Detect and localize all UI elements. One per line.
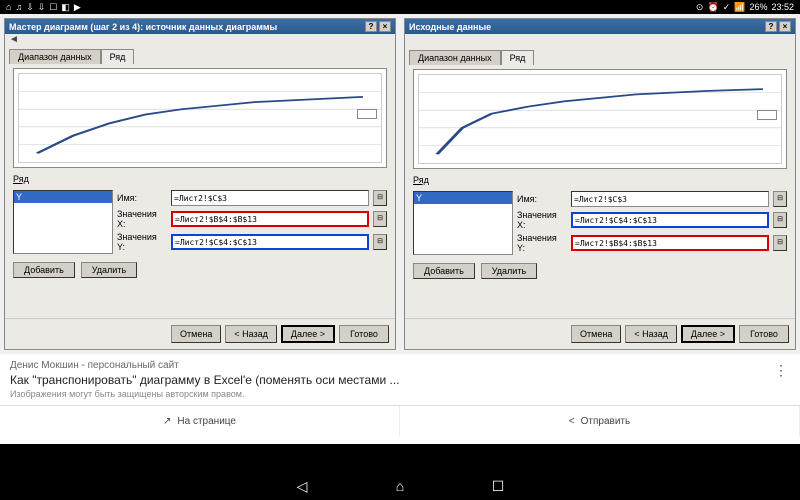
visit-page-action[interactable]: ↗ На странице <box>0 406 400 437</box>
y-values-input[interactable] <box>171 234 369 250</box>
range-picker-icon[interactable]: ⊟ <box>773 191 787 207</box>
tabs: Диапазон данных Ряд <box>405 46 795 65</box>
tab-range[interactable]: Диапазон данных <box>9 49 101 64</box>
series-section-label: Ряд <box>405 173 795 187</box>
range-picker-icon[interactable]: ⊟ <box>373 211 387 227</box>
titlebar: Исходные данные ? × <box>405 19 795 34</box>
content-area: Мастер диаграмм (шаг 2 из 4): источник д… <box>0 14 800 444</box>
share-icon: < <box>569 416 575 427</box>
home-nav-icon[interactable]: ⌂ <box>391 477 409 495</box>
x-values-input[interactable] <box>571 212 769 228</box>
name-input[interactable] <box>571 191 769 207</box>
chart-line <box>419 75 781 163</box>
app-icon: ☐ <box>49 2 57 13</box>
cancel-button[interactable]: Отмена <box>571 325 621 343</box>
status-right: ⊙ ⏰ ✓ 📶 26% 23:52 <box>696 2 794 13</box>
result-title: Как "транспонировать" диаграмму в Excel'… <box>10 373 790 387</box>
source-data-dialog: Исходные данные ? × Диапазон данных Ряд <box>404 18 796 350</box>
range-picker-icon[interactable]: ⊟ <box>373 190 387 206</box>
result-copyright: Изображения могут быть защищены авторски… <box>10 389 790 399</box>
download-icon: ⇩ <box>38 2 46 13</box>
clock: 23:52 <box>771 2 794 12</box>
series-listbox[interactable]: Y <box>13 190 113 254</box>
dialog-title: Мастер диаграмм (шаг 2 из 4): источник д… <box>9 22 277 32</box>
range-picker-icon[interactable]: ⊟ <box>373 234 387 250</box>
back-arrow-icon[interactable]: ◄ <box>9 34 19 45</box>
help-button[interactable]: ? <box>365 21 377 32</box>
cancel-button[interactable]: Отмена <box>171 325 221 343</box>
more-menu-icon[interactable]: ⋮ <box>774 362 788 379</box>
name-input[interactable] <box>171 190 369 206</box>
tab-range[interactable]: Диапазон данных <box>409 50 501 65</box>
chart-wizard-dialog: Мастер диаграмм (шаг 2 из 4): источник д… <box>4 18 396 350</box>
y-values-input[interactable] <box>571 235 769 251</box>
chart-legend <box>757 110 777 120</box>
screenshot-panels: Мастер диаграмм (шаг 2 из 4): источник д… <box>0 14 800 354</box>
x-values-label: Значения X: <box>117 209 167 229</box>
range-picker-icon[interactable]: ⊟ <box>773 212 787 228</box>
series-section-label: Ряд <box>5 172 395 186</box>
dialog-title: Исходные данные <box>409 22 491 32</box>
share-label: Отправить <box>581 416 631 427</box>
finish-button[interactable]: Готово <box>739 325 789 343</box>
tabs: Диапазон данных Ряд <box>5 45 395 64</box>
close-button[interactable]: × <box>379 21 391 32</box>
app-icon: ◧ <box>61 2 70 13</box>
open-icon: ↗ <box>163 416 171 427</box>
action-bar: ↗ На странице < Отправить <box>0 405 800 437</box>
back-button[interactable]: < Назад <box>625 325 677 343</box>
series-listbox[interactable]: Y <box>413 191 513 255</box>
chart-line <box>19 74 381 162</box>
delete-series-button[interactable]: Удалить <box>481 263 537 279</box>
sync-icon: ⊙ <box>696 2 704 13</box>
x-values-label: Значения X: <box>517 210 567 230</box>
search-result-info[interactable]: Денис Мокшин - персональный сайт Как "тр… <box>0 354 800 405</box>
help-button[interactable]: ? <box>765 21 777 32</box>
y-values-label: Значения Y: <box>117 232 167 252</box>
name-label: Имя: <box>117 193 167 203</box>
back-nav-icon[interactable]: ◁ <box>293 477 311 495</box>
finish-button[interactable]: Готово <box>339 325 389 343</box>
add-series-button[interactable]: Добавить <box>413 263 475 279</box>
back-button[interactable]: < Назад <box>225 325 277 343</box>
result-site: Денис Мокшин - персональный сайт <box>10 360 790 371</box>
wifi-icon: 📶 <box>734 2 745 13</box>
check-icon: ✓ <box>723 2 731 13</box>
series-item-y[interactable]: Y <box>14 191 112 203</box>
close-button[interactable]: × <box>779 21 791 32</box>
download-icon: ⇩ <box>26 2 34 13</box>
next-button[interactable]: Далее > <box>281 325 335 343</box>
chart-preview <box>13 68 387 168</box>
x-values-input[interactable] <box>171 211 369 227</box>
visit-page-label: На странице <box>177 416 236 427</box>
series-item-y[interactable]: Y <box>414 192 512 204</box>
status-left: ⌂ ♫ ⇩ ⇩ ☐ ◧ ▶ <box>6 2 81 13</box>
android-navbar: ◁ ⌂ ☐ <box>0 472 800 500</box>
share-action[interactable]: < Отправить <box>400 406 800 437</box>
titlebar: Мастер диаграмм (шаг 2 из 4): источник д… <box>5 19 395 34</box>
tab-series[interactable]: Ряд <box>501 50 535 65</box>
next-button[interactable]: Далее > <box>681 325 735 343</box>
music-icon: ♫ <box>15 2 22 12</box>
android-statusbar: ⌂ ♫ ⇩ ⇩ ☐ ◧ ▶ ⊙ ⏰ ✓ 📶 26% 23:52 <box>0 0 800 14</box>
alarm-icon: ⏰ <box>707 2 718 13</box>
name-label: Имя: <box>517 194 567 204</box>
chart-preview <box>413 69 787 169</box>
recents-nav-icon[interactable]: ☐ <box>489 477 507 495</box>
play-icon: ▶ <box>74 2 81 13</box>
delete-series-button[interactable]: Удалить <box>81 262 137 278</box>
chart-legend <box>357 109 377 119</box>
home-icon: ⌂ <box>6 2 11 12</box>
battery-icon: 26% <box>749 2 767 12</box>
tab-series[interactable]: Ряд <box>101 49 135 64</box>
range-picker-icon[interactable]: ⊟ <box>773 235 787 251</box>
y-values-label: Значения Y: <box>517 233 567 253</box>
add-series-button[interactable]: Добавить <box>13 262 75 278</box>
